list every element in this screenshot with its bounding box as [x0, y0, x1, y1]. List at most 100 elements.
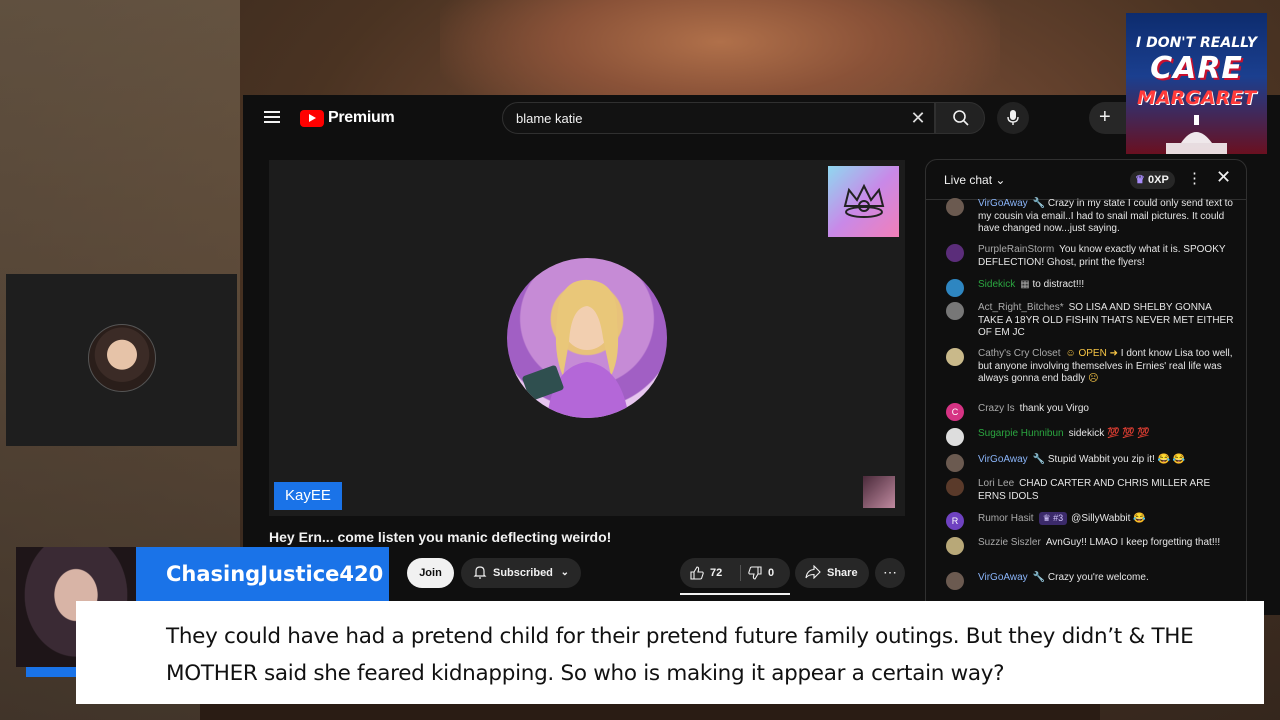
- live-chat-panel: Live chat ⌄ 0XP ⋮ ✕ VirGoAway🔧 Crazy in …: [925, 159, 1247, 615]
- chat-author[interactable]: Cathy's Cry Closet: [978, 348, 1061, 359]
- chat-more-options-icon[interactable]: ⋮: [1187, 169, 1202, 187]
- chat-message: VirGoAway 🔧 Crazy in my state I could onl…: [946, 198, 1236, 236]
- webcam-avatar: [88, 324, 156, 392]
- chat-author[interactable]: VirGoAway: [978, 198, 1028, 209]
- avatar: [946, 537, 964, 555]
- brand-logo-line2: CARE: [1150, 51, 1243, 86]
- search-button[interactable]: [935, 102, 985, 134]
- subscribed-label: Subscribed: [493, 567, 553, 579]
- chat-message: Lori Lee CHAD CARTER AND CHRIS MILLER ARE…: [946, 478, 1236, 503]
- hamburger-menu-icon[interactable]: [264, 111, 280, 123]
- wrench-icon: 🔧: [1032, 572, 1048, 583]
- capitol-icon: [1166, 115, 1227, 154]
- avatar: [946, 198, 964, 216]
- chat-author[interactable]: VirGoAway: [978, 572, 1028, 583]
- search-icon: [953, 110, 969, 126]
- wrench-icon: 🔧: [1032, 198, 1048, 209]
- chat-text: thank you Virgo: [1019, 403, 1089, 414]
- like-count: 72: [710, 567, 723, 579]
- chat-message: Sidekick ▦ to distract!!!: [946, 279, 1236, 297]
- avatar: [946, 279, 964, 297]
- live-chat-title: Live chat: [944, 173, 993, 187]
- clear-search-icon[interactable]: ✕: [908, 108, 928, 128]
- avatar: [946, 478, 964, 496]
- chat-author[interactable]: Sidekick: [978, 279, 1015, 290]
- comment-text-box: They could have had a pretend child for …: [76, 601, 1264, 704]
- comment-text: They could have had a pretend child for …: [166, 624, 1194, 686]
- search-input[interactable]: [516, 103, 896, 133]
- chat-message: R Rumor Hasit ♛ #3 @SillyWabbit 😂: [946, 512, 1236, 530]
- chevron-down-icon: ⌄: [995, 173, 1006, 187]
- chat-author[interactable]: PurpleRainStorm: [978, 244, 1054, 255]
- youtube-topbar: Premium ✕ +: [243, 95, 1280, 141]
- chat-author[interactable]: Crazy Is: [978, 403, 1015, 414]
- youtube-window: Premium ✕ +: [243, 95, 1280, 615]
- join-button[interactable]: Join: [407, 558, 454, 588]
- youtube-logo[interactable]: Premium: [300, 108, 395, 128]
- share-button[interactable]: Share: [795, 558, 869, 588]
- dislike-button[interactable]: 0: [748, 558, 774, 588]
- avatar: C: [946, 403, 964, 421]
- bell-icon: [473, 566, 487, 579]
- brand-logo-line1: I DON'T REALLY: [1135, 35, 1257, 51]
- channel-mini-thumbnail: [863, 476, 895, 508]
- chat-author[interactable]: Rumor Hasit: [978, 513, 1034, 524]
- avatar-illustration: [522, 279, 629, 418]
- chat-author[interactable]: Lori Lee: [978, 478, 1014, 489]
- avatar: R: [946, 512, 964, 530]
- plus-icon: +: [1099, 106, 1111, 128]
- live-chat-header: Live chat ⌄ 0XP ⋮ ✕: [926, 160, 1246, 200]
- close-chat-icon[interactable]: ✕: [1216, 167, 1231, 188]
- chat-author[interactable]: Suzzie Siszler: [978, 537, 1041, 548]
- sponsor-badge-icon: ▦: [1020, 279, 1033, 290]
- avatar: [946, 244, 964, 262]
- emoji-icon: ☺ OPEN ➜: [1065, 348, 1121, 359]
- like-button[interactable]: 72: [690, 558, 722, 588]
- thumbs-down-icon: [748, 566, 762, 580]
- microphone-icon: [1007, 110, 1019, 125]
- wrench-icon: 🔧: [1032, 454, 1048, 465]
- presenter-avatar: [507, 258, 667, 418]
- search-box: ✕: [502, 102, 935, 134]
- chat-message: Act_Right_Bitches* SO LISA AND SHELBY GON…: [946, 302, 1236, 340]
- chat-text: Crazy you're welcome.: [1047, 572, 1149, 583]
- commenter-name-bar: ChasingJustice420: [136, 547, 389, 601]
- commenter-username: ChasingJustice420: [166, 562, 384, 586]
- video-title: Hey Ern... come listen you manic deflect…: [269, 529, 612, 545]
- rank-label: #3: [1053, 513, 1064, 523]
- webcam-overlay: [6, 274, 237, 446]
- subscribed-button[interactable]: Subscribed ⌄: [461, 558, 581, 588]
- presenter-name-badge: KayEE: [274, 482, 342, 510]
- chat-author[interactable]: VirGoAway: [978, 454, 1028, 465]
- like-separator: [740, 565, 741, 581]
- share-label: Share: [827, 567, 858, 579]
- chat-text: to distract!!!: [1032, 279, 1085, 290]
- channel-crown-logo: [828, 166, 899, 237]
- chat-author[interactable]: Act_Right_Bitches*: [978, 302, 1064, 313]
- chat-message: PurpleRainStorm You know exactly what it …: [946, 244, 1236, 269]
- crown-icon: [843, 183, 884, 218]
- more-actions-button[interactable]: ⋯: [875, 558, 905, 588]
- chat-message: Suzzie Siszler AvnGuy!! LMAO I keep forge…: [946, 537, 1236, 555]
- chat-message: Cathy's Cry Closet ☺ OPEN ➜ I dont know L…: [946, 348, 1236, 386]
- avatar: [946, 348, 964, 366]
- like-progress-underline: [680, 593, 790, 595]
- avatar: [946, 572, 964, 590]
- dislike-count: 0: [768, 567, 775, 579]
- like-dislike-group: 72 0: [680, 558, 790, 588]
- video-player[interactable]: KayEE: [269, 160, 905, 516]
- chat-message: VirGoAway 🔧 Crazy you're welcome.: [946, 572, 1236, 590]
- chat-message: C Crazy Is thank you Virgo: [946, 403, 1236, 421]
- voice-search-button[interactable]: [997, 102, 1029, 134]
- stream-brand-logo: I DON'T REALLY CARE MARGARET: [1126, 13, 1267, 154]
- share-icon: [805, 565, 821, 579]
- chat-author[interactable]: Sugarpie Hunnibun: [978, 428, 1064, 439]
- youtube-logo-text: Premium: [328, 109, 395, 126]
- thumbs-up-icon: [690, 566, 704, 580]
- emoji-icon: ☹: [1085, 373, 1099, 385]
- live-chat-mode-dropdown[interactable]: Live chat ⌄: [944, 173, 1005, 187]
- youtube-play-icon: [300, 109, 324, 127]
- xp-badge[interactable]: 0XP: [1130, 171, 1175, 189]
- rank-badge: ♛ #3: [1038, 512, 1068, 525]
- chat-message: VirGoAway 🔧 Stupid Wabbit you zip it! 😂 😂: [946, 454, 1236, 472]
